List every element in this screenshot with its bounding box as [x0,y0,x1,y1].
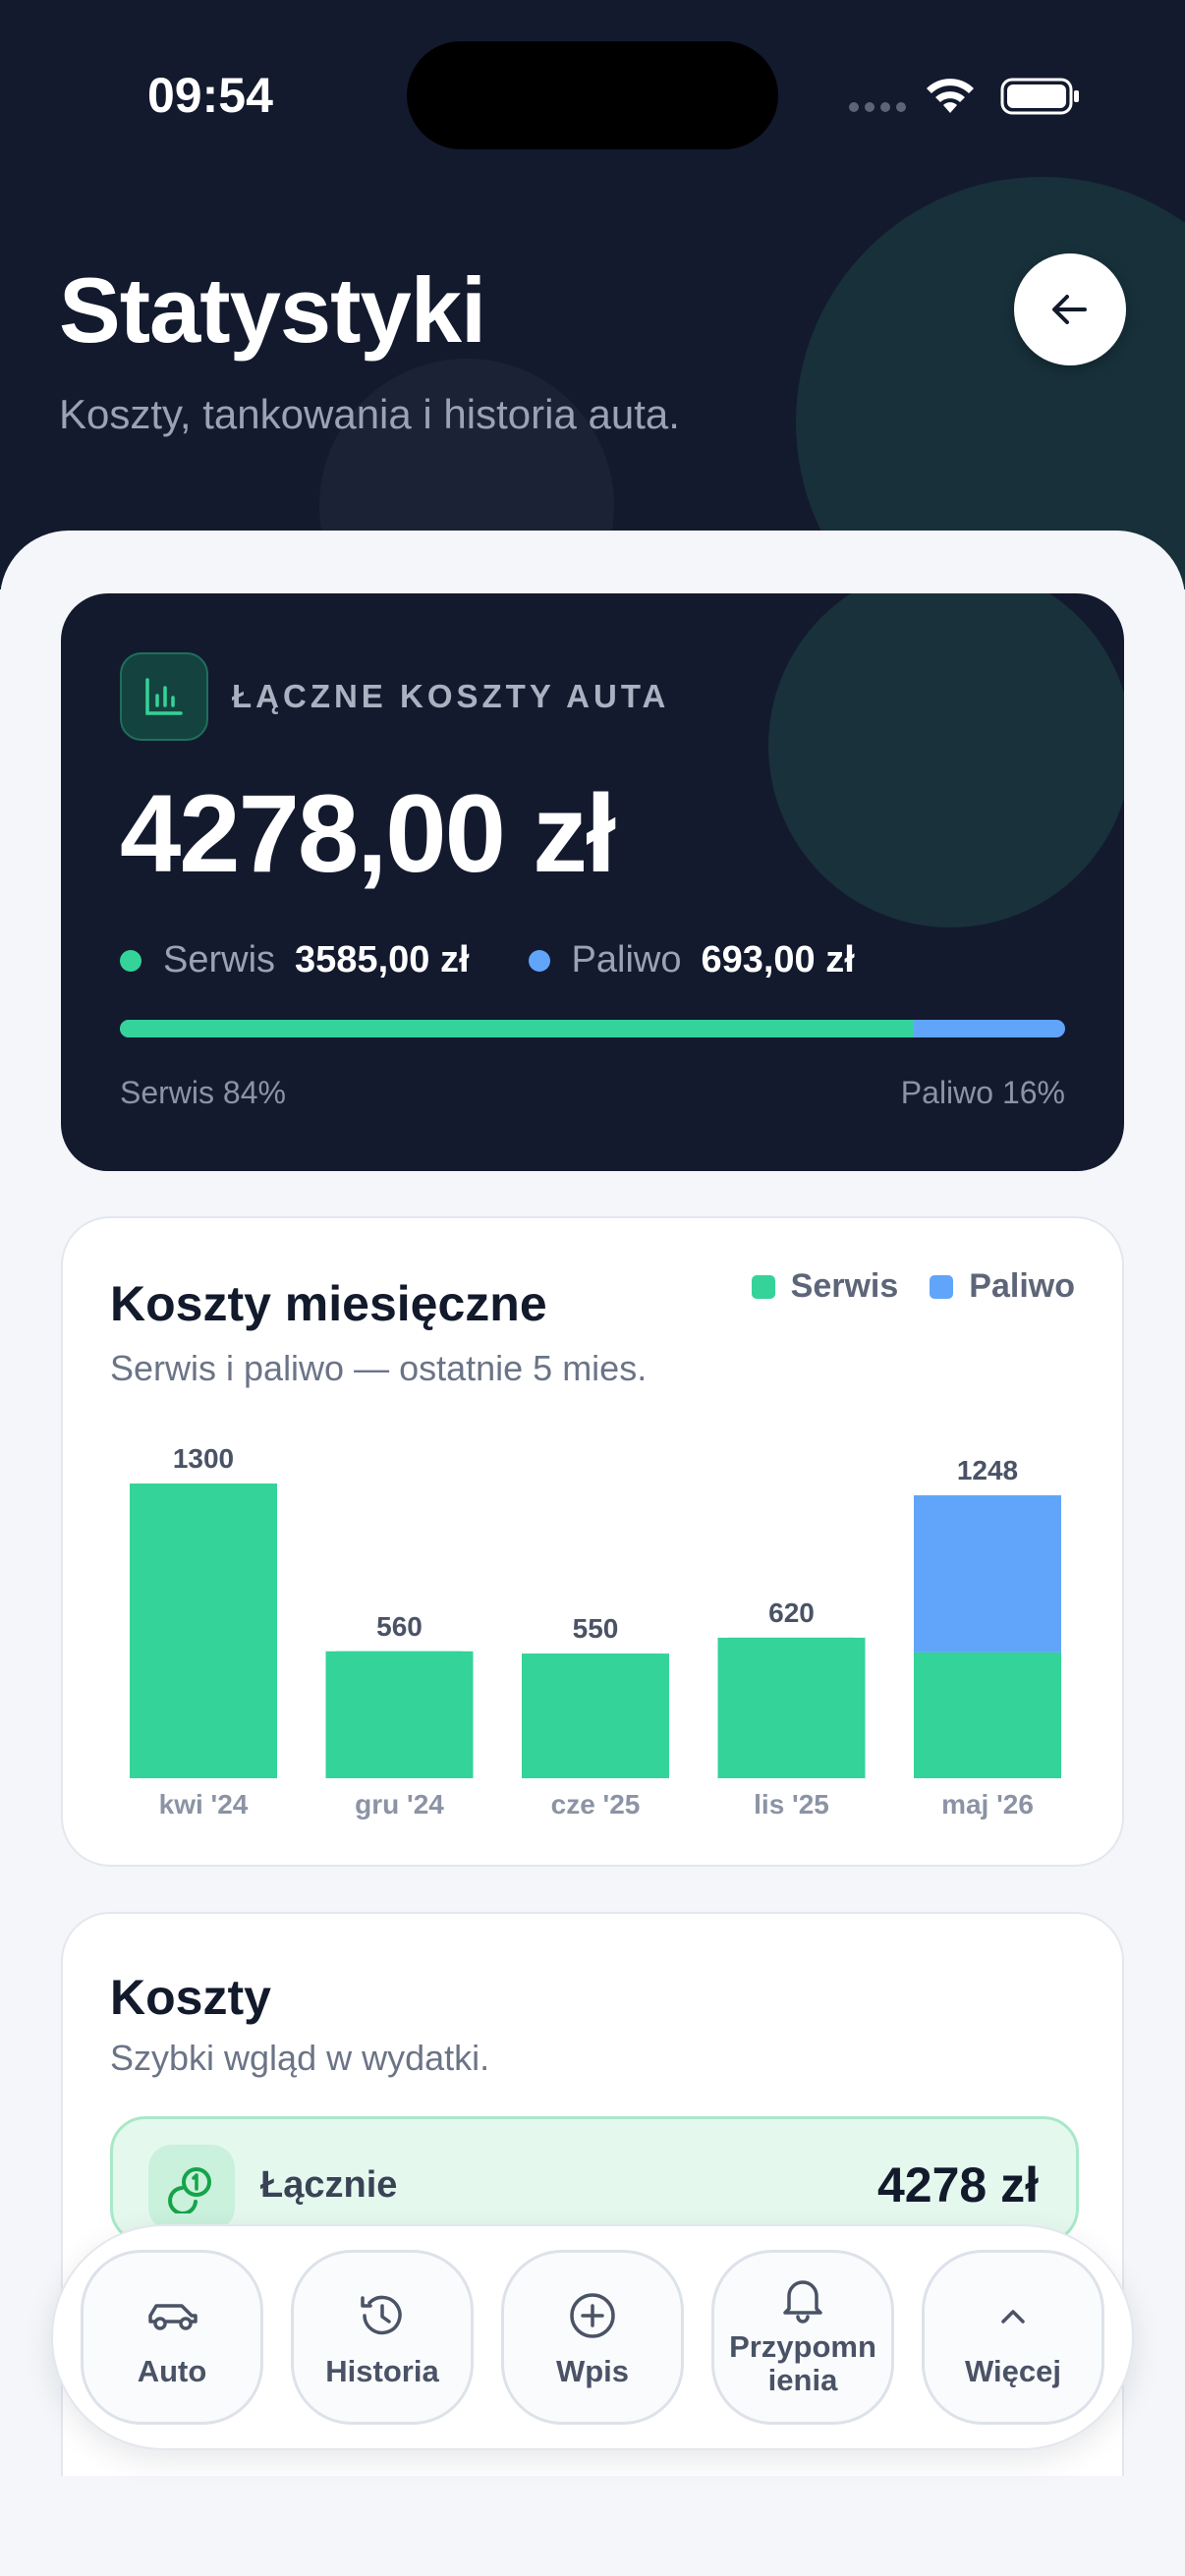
nav-label-historia: Historia [325,2354,439,2388]
nav-label-auto: Auto [137,2354,207,2388]
back-button[interactable] [1014,253,1126,365]
battery-icon [1000,78,1079,115]
nav-item-wpis[interactable]: Wpis [501,2250,684,2425]
bar-cap-1 [325,1651,474,1675]
nav-label-wiecej: Więcej [965,2354,1061,2388]
serwis-dot [120,949,141,972]
dynamic-island [407,41,778,149]
status-time: 09:54 [147,68,273,123]
page-subtitle: Koszty, tankowania i historia auta. [59,391,680,437]
serwis-percent: Serwis 84% [120,1075,286,1110]
x-tick-label-0: kwi '24 [159,1789,249,1820]
monthly-bar-chart: 1300 kwi '24 560 gru '24 550 cze '25 620 lis '2… [130,1443,1061,1820]
chevron-up-icon [1001,2310,1025,2324]
wifi-icon [927,79,974,113]
arrow-left-icon [1052,295,1087,324]
signal-icon [849,102,906,112]
x-tick-label-1: gru '24 [355,1789,444,1820]
paliwo-value: 693,00 zł [701,939,855,980]
total-costs-card: ŁĄCZNE KOSZTY AUTA 4278,00 zł Serwis 358… [61,593,1124,1171]
total-costs-value: 4278,00 zł [120,772,616,895]
nav-item-wiecej[interactable]: Więcej [922,2250,1104,2425]
bar-cap-4 [914,1495,1061,1519]
coins-icon [148,2145,235,2231]
x-tick-label-3: lis '25 [754,1789,829,1820]
x-tick-label-4: maj '26 [941,1789,1034,1820]
costs-subtitle: Szybki wgląd w wydatki. [110,2038,490,2078]
nav-label-wpis: Wpis [555,2354,630,2388]
bar-total-label-1: 560 [376,1611,423,1642]
bar-serwis-4 [914,1652,1061,1778]
costs-title: Koszty [110,1970,271,2025]
bottom-navigation: Auto Historia Wpis Przypomnienia Więcej [51,2224,1134,2450]
costs-breakdown: Serwis 3585,00 zł Paliwo 693,00 zł [120,939,914,981]
serwis-share-fill [120,1020,915,1037]
bar-serwis-0 [130,1484,277,1778]
plus-circle-icon [570,2293,615,2338]
total-cost-value: 4278 zł [876,2157,1039,2212]
nav-item-auto[interactable]: Auto [81,2250,263,2425]
bar-total-label-4: 1248 [957,1455,1018,1485]
serwis-label: Serwis [163,939,276,980]
total-costs-label: ŁĄCZNE KOSZTY AUTA [232,678,670,714]
bar-total-label-3: 620 [768,1597,815,1628]
nav-item-historia[interactable]: Historia [291,2250,474,2425]
serwis-value: 3585,00 zł [295,939,470,980]
bell-icon [783,2280,822,2324]
bar-total-label-0: 1300 [173,1443,234,1474]
header: 09:54 Statystyki Koszty, tankowania i hi… [0,0,1185,589]
nav-label-przypomnienia: Przypomnienia [729,2329,876,2397]
monthly-costs-card: Koszty miesięczne Serwis i paliwo — osta… [61,1216,1124,1867]
paliwo-label: Paliwo [571,939,682,980]
nav-item-przypomnienia[interactable]: Przypomnienia [711,2250,894,2425]
bar-cap-3 [717,1637,866,1661]
decorative-circle [768,593,1124,927]
cost-split-bar [120,1020,1065,1037]
bar-total-label-2: 550 [573,1613,619,1644]
x-tick-label-2: cze '25 [551,1789,641,1820]
paliwo-dot [528,949,550,972]
page-title: Statystyki [59,258,486,362]
car-icon [148,2304,198,2330]
decorative-circle [796,177,1185,589]
bottom-safe-area [0,2476,1185,2576]
chart-icon [120,652,208,741]
bar-cap-0 [130,1484,277,1507]
history-icon [361,2295,402,2335]
paliwo-percent: Paliwo 16% [900,1075,1065,1110]
bar-cap-2 [522,1653,669,1678]
total-cost-label: Łącznie [260,2164,398,2206]
